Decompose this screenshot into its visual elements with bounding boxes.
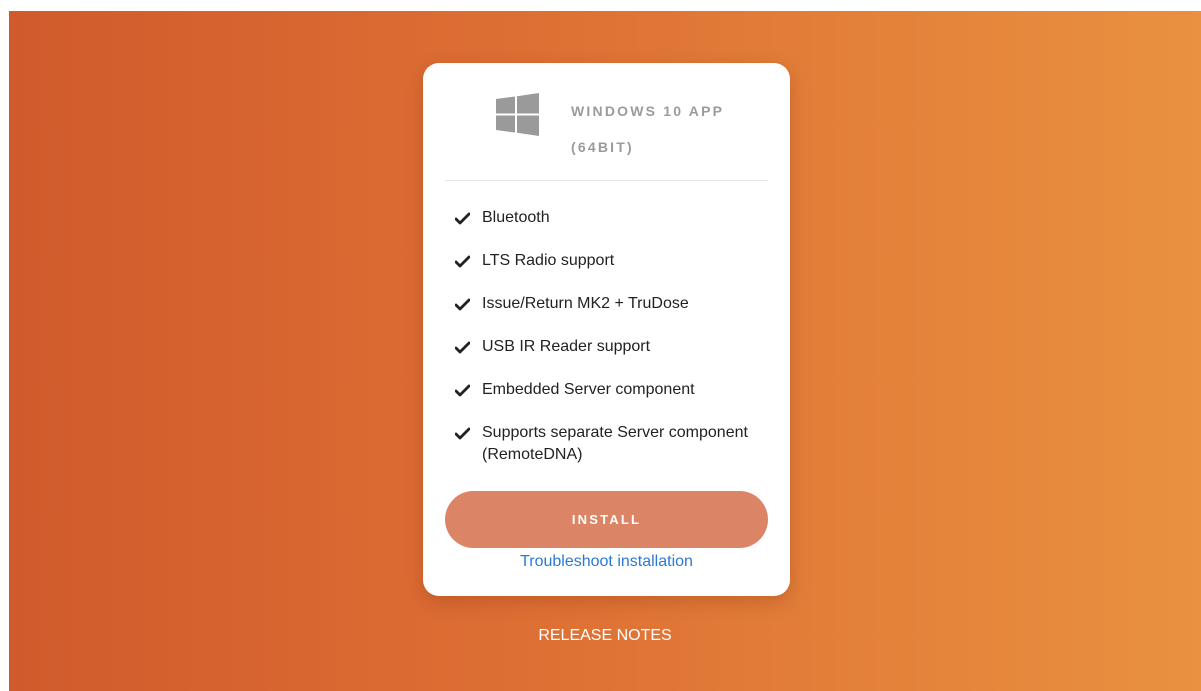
feature-label: Supports separate Server component (Remo… [482, 424, 748, 463]
windows-logo-icon [496, 93, 539, 136]
checkmark-icon [455, 427, 470, 440]
list-item: Supports separate Server component (Remo… [455, 422, 765, 466]
release-notes-link[interactable]: RELEASE NOTES [9, 625, 1201, 647]
checkmark-icon [455, 298, 470, 311]
feature-label: LTS Radio support [482, 252, 615, 269]
checkmark-icon [455, 341, 470, 354]
checkmark-icon [455, 384, 470, 397]
list-item: Embedded Server component [455, 379, 765, 401]
install-button[interactable]: INSTALL [445, 491, 768, 548]
download-card: WINDOWS 10 APP (64BIT) Bluetooth LTS Rad… [423, 63, 790, 596]
feature-label: Bluetooth [482, 209, 550, 226]
checkmark-icon [455, 255, 470, 268]
card-header: WINDOWS 10 APP (64BIT) [445, 63, 768, 181]
list-item: USB IR Reader support [455, 336, 765, 358]
feature-label: Embedded Server component [482, 381, 695, 398]
troubleshoot-installation-link[interactable]: Troubleshoot installation [423, 552, 790, 572]
checkmark-icon [455, 212, 470, 225]
list-item: LTS Radio support [455, 250, 765, 272]
download-page-background: WINDOWS 10 APP (64BIT) Bluetooth LTS Rad… [9, 11, 1201, 691]
list-item: Bluetooth [455, 207, 765, 229]
list-item: Issue/Return MK2 + TruDose [455, 293, 765, 315]
app-title: WINDOWS 10 APP (64BIT) [571, 103, 724, 155]
feature-label: Issue/Return MK2 + TruDose [482, 295, 689, 312]
feature-label: USB IR Reader support [482, 338, 651, 355]
feature-list: Bluetooth LTS Radio support Issue/Return… [455, 207, 765, 487]
